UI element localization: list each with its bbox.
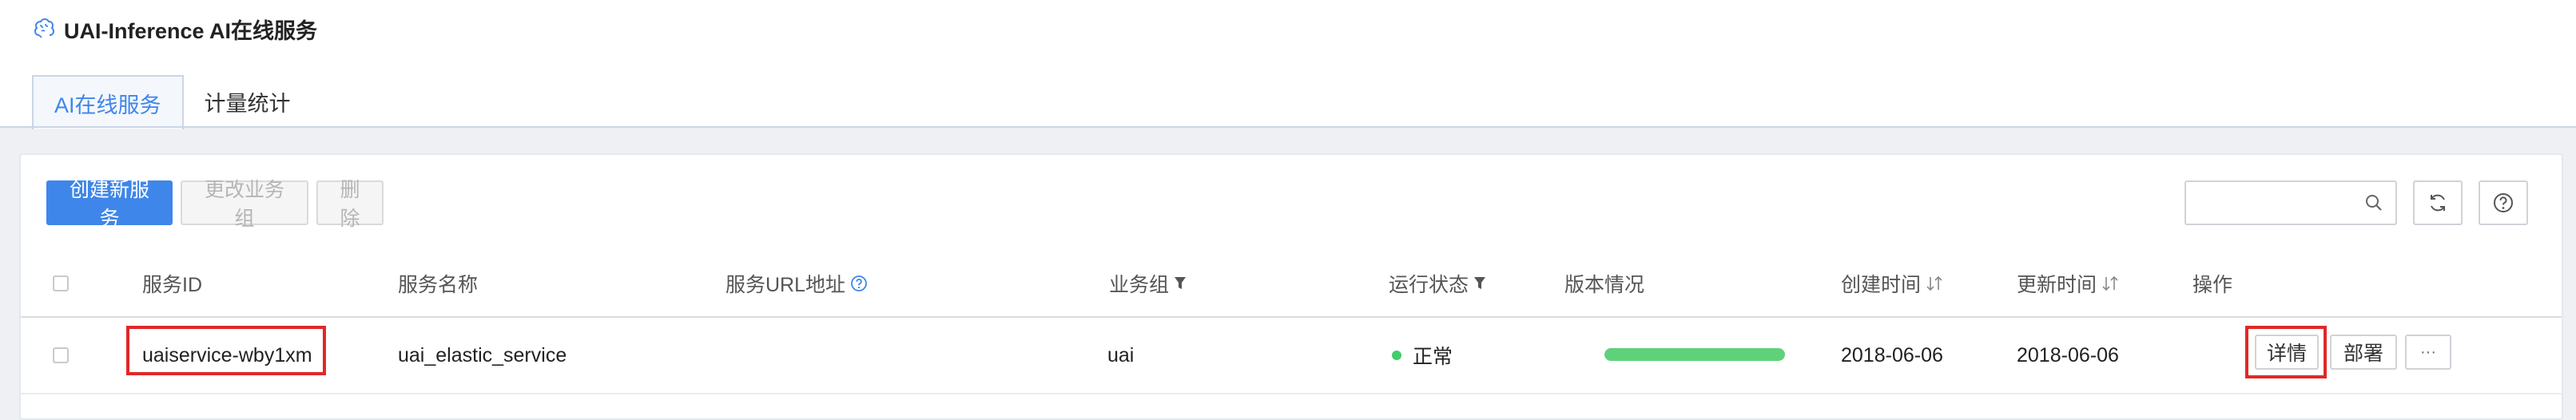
search-icon[interactable] — [2363, 192, 2384, 213]
help-button[interactable] — [2479, 180, 2528, 225]
app-title-text: UAI-Inference AI在线服务 — [64, 18, 318, 43]
column-version: 版本情况 — [1564, 274, 1645, 296]
created-time-cell: 2018-06-06 — [1841, 343, 1943, 367]
deploy-button[interactable]: 部署 — [2330, 335, 2397, 370]
sort-icon[interactable] — [1926, 275, 1943, 292]
status-text: 正常 — [1413, 346, 1453, 368]
table-row: uaiservice-wby1xm uai_elastic_service ua… — [21, 318, 2562, 394]
change-group-button[interactable]: 更改业务组 — [181, 179, 308, 230]
service-name-cell: uai_elastic_service — [398, 343, 567, 367]
refresh-button[interactable] — [2413, 180, 2463, 225]
app-title: UAI-Inference AI在线服务 — [32, 11, 317, 46]
column-updated-time[interactable]: 更新时间 — [2017, 251, 2119, 316]
refresh-icon — [2431, 194, 2445, 212]
business-group-cell: uai — [1107, 343, 1135, 367]
tab-bar: AI在线服务 计量统计 — [32, 73, 312, 129]
table-header: 服务ID 服务名称 服务URL地址 业务组 运行状态 版本情况 创建时间 更新时… — [21, 251, 2562, 318]
tab-divider — [0, 126, 2576, 128]
updated-time-cell: 2018-06-06 — [2017, 343, 2119, 367]
top-header: UAI-Inference AI在线服务 AI在线服务 计量统计 — [0, 0, 2576, 129]
version-progress-fill — [1604, 348, 1785, 361]
help-icon — [2494, 193, 2513, 212]
delete-button[interactable]: 删除 — [316, 179, 384, 230]
question-icon[interactable] — [850, 275, 868, 292]
tab-metering-statistics[interactable]: 计量统计 — [184, 75, 312, 128]
column-created-time[interactable]: 创建时间 — [1841, 251, 1943, 316]
filter-icon[interactable] — [1174, 276, 1187, 291]
more-button[interactable]: ··· — [2405, 335, 2451, 370]
run-status-cell: 正常 — [1392, 318, 1453, 393]
version-progress-bar — [1604, 348, 1785, 361]
column-run-status[interactable]: 运行状态 — [1389, 251, 1486, 316]
detail-button[interactable]: 详情 — [2255, 335, 2319, 370]
create-service-button[interactable]: 创建新服务 — [46, 179, 173, 230]
toolbar: 创建新服务 更改业务组 删除 — [46, 179, 384, 230]
column-service-id: 服务ID — [142, 274, 203, 296]
search-box — [2184, 180, 2397, 225]
filter-icon[interactable] — [1473, 276, 1486, 291]
column-service-url: 服务URL地址 — [725, 251, 868, 316]
select-all-checkbox[interactable] — [53, 275, 69, 291]
search-input[interactable] — [2196, 182, 2359, 224]
tab-ai-online-service[interactable]: AI在线服务 — [32, 75, 184, 129]
column-actions: 操作 — [2192, 274, 2233, 296]
service-list-panel: 创建新服务 更改业务组 删除 服务ID 服务名称 服务URL地址 业务组 运行状… — [19, 153, 2563, 420]
service-id-cell[interactable]: uaiservice-wby1xm — [142, 318, 312, 393]
sort-icon[interactable] — [2101, 275, 2119, 292]
column-business-group[interactable]: 业务组 — [1109, 251, 1187, 316]
brain-icon — [34, 18, 55, 38]
row-checkbox[interactable] — [53, 347, 69, 363]
status-dot — [1392, 351, 1401, 360]
column-service-name: 服务名称 — [398, 274, 479, 296]
